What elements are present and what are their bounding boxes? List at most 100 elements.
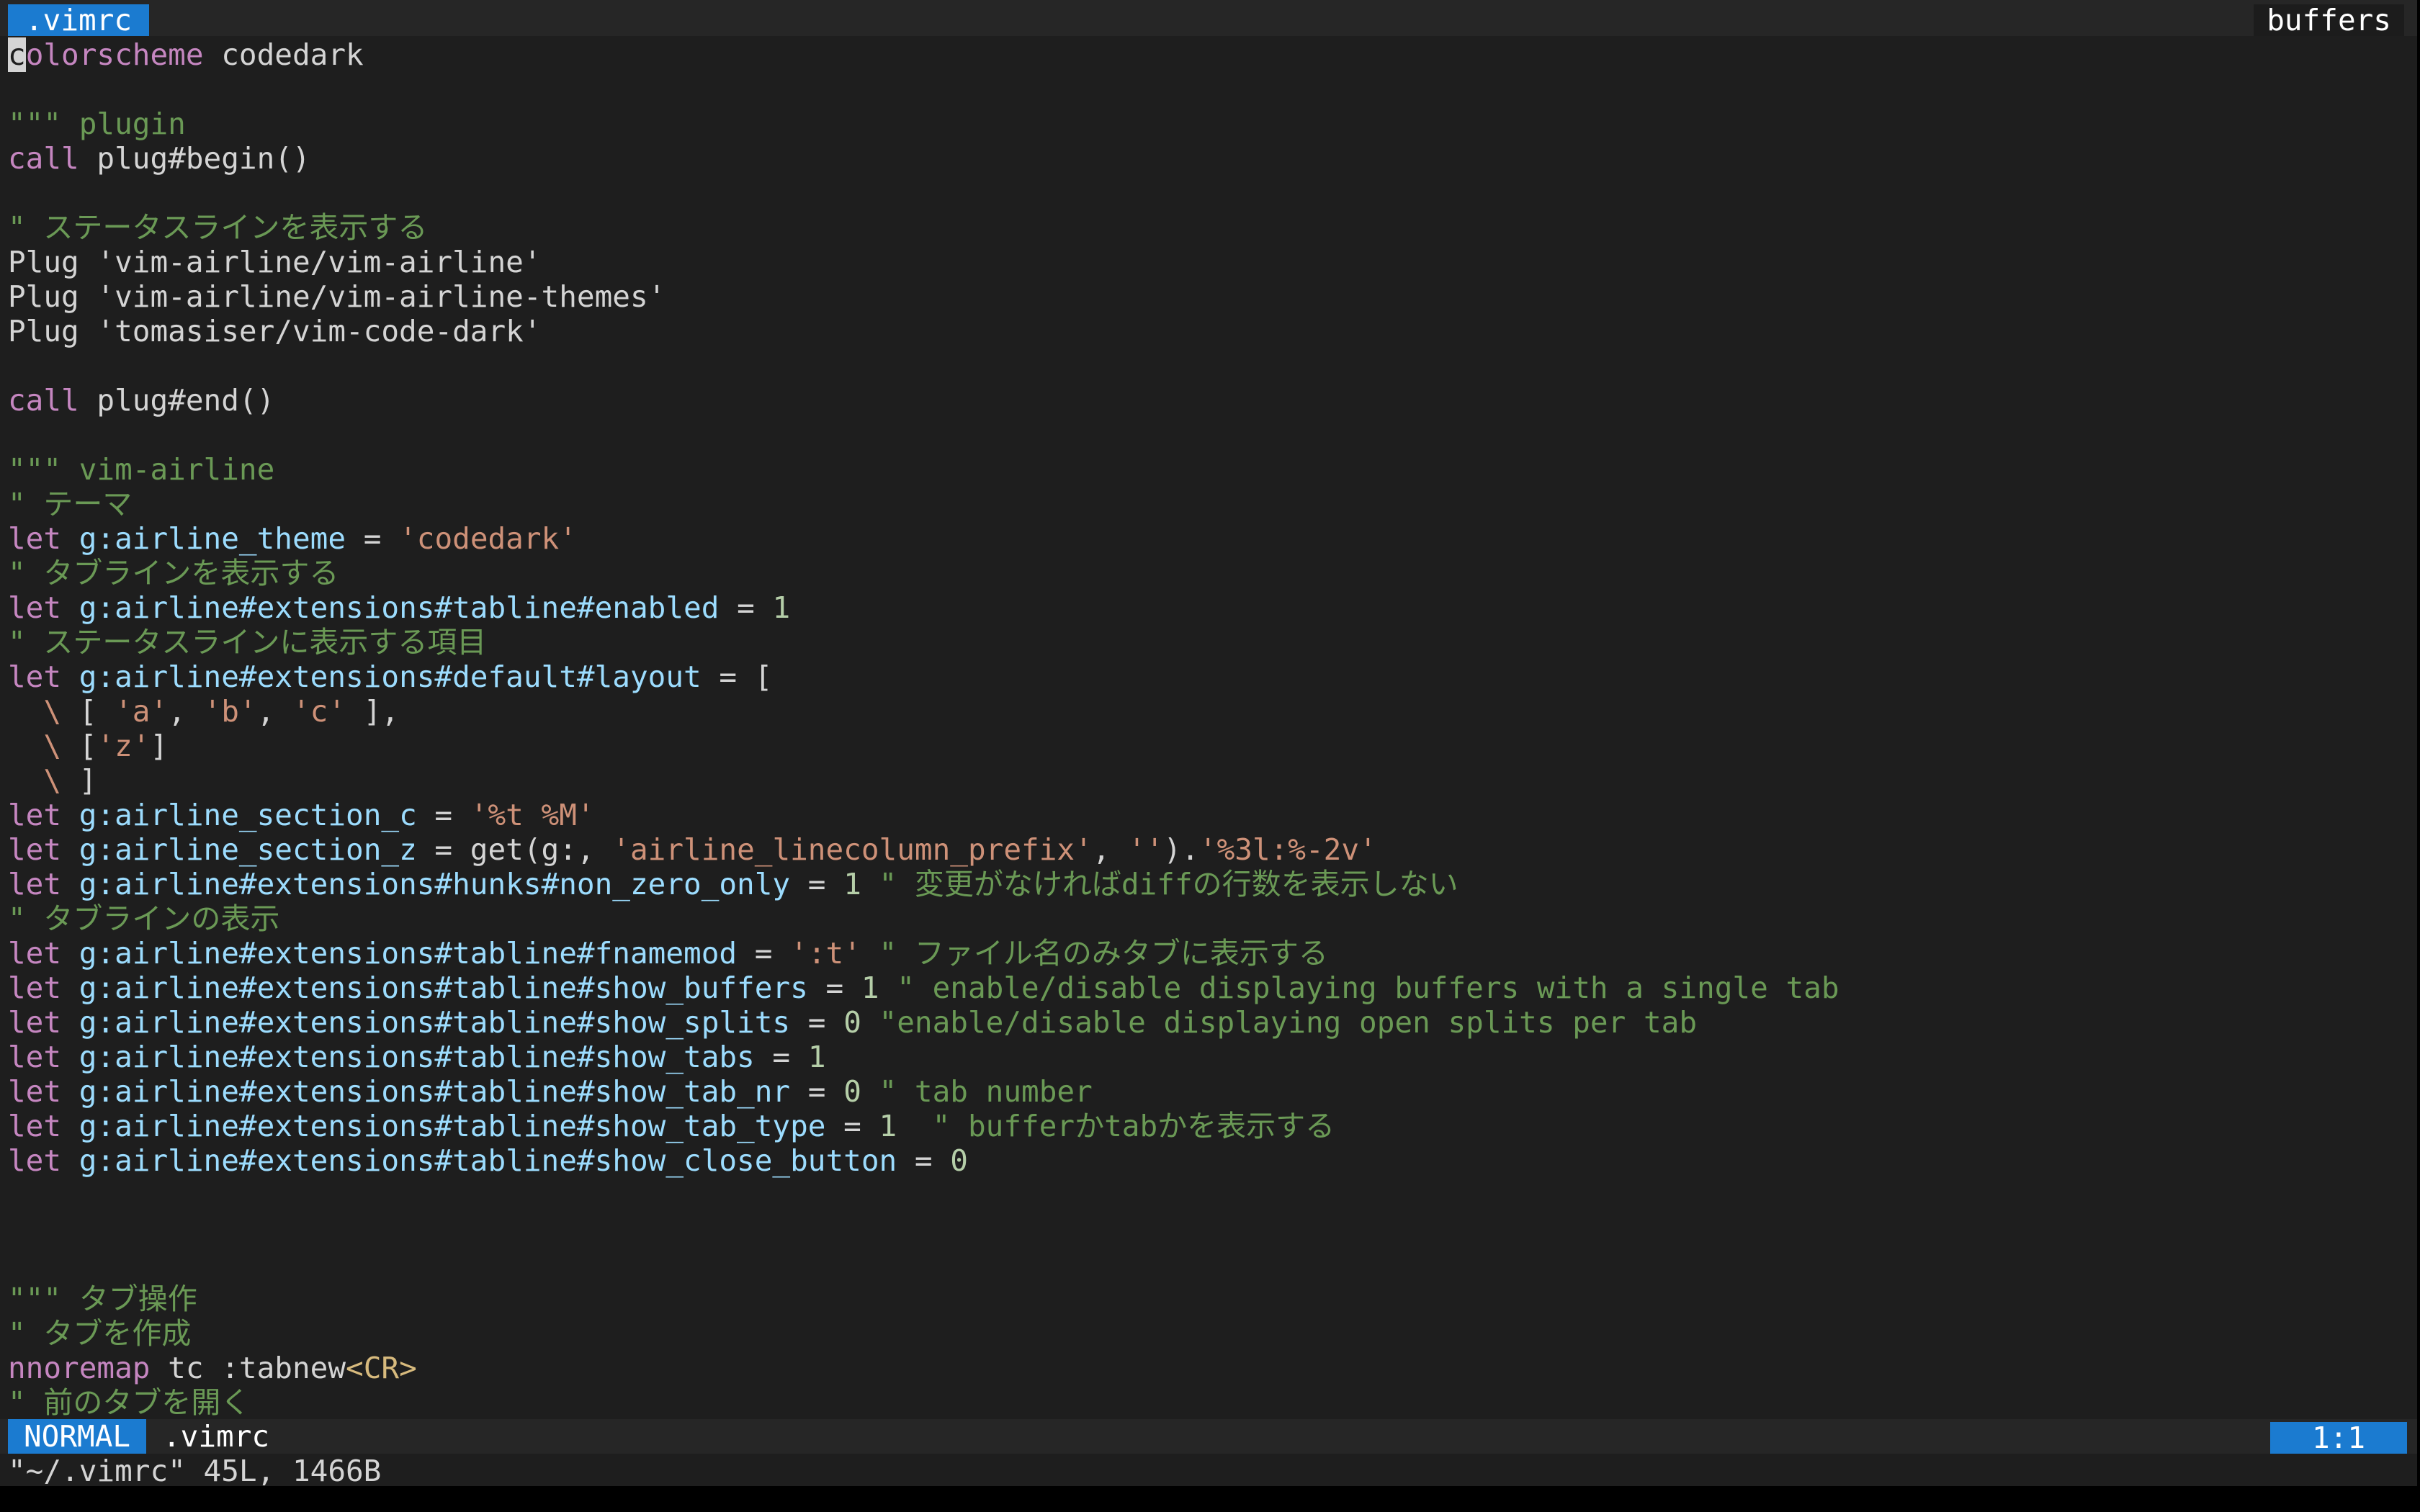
code-token-keyword: let bbox=[8, 1040, 62, 1074]
code-token-string: 'b' bbox=[203, 694, 257, 729]
code-token-text: = bbox=[346, 521, 400, 556]
code-token-string: \ bbox=[8, 694, 62, 729]
code-token-comment: " タブラインを表示する bbox=[8, 556, 339, 590]
code-line: let g:airline#extensions#tabline#show_ta… bbox=[8, 1109, 1335, 1143]
command-line[interactable]: "~/.vimrc" 45L, 1466B bbox=[8, 1454, 381, 1488]
code-token-variable: g:airline#extensions#tabline#show_buffer… bbox=[79, 971, 808, 1005]
code-token-number: 0 bbox=[843, 1074, 861, 1109]
code-token-keyword: nnoremap bbox=[8, 1351, 151, 1385]
code-line: let g:airline#extensions#tabline#show_ta… bbox=[8, 1040, 826, 1074]
code-token-keyword: let bbox=[8, 1109, 62, 1143]
code-token-variable: g:airline#extensions#tabline#show_splits bbox=[79, 1005, 791, 1040]
code-line: " タブラインを表示する bbox=[8, 556, 339, 590]
code-token-string: 'c' bbox=[292, 694, 346, 729]
code-line: " ステータスラインに表示する項目 bbox=[8, 625, 486, 660]
code-token-text: = bbox=[754, 1040, 808, 1074]
code-token-comment: "enable/disable displaying open splits p… bbox=[861, 1005, 1698, 1040]
code-token-text: , bbox=[168, 694, 204, 729]
code-token-comment: " ステータスラインに表示する項目 bbox=[8, 625, 487, 660]
code-token-comment: " tab number bbox=[861, 1074, 1093, 1109]
code-line: let g:airline#extensions#tabline#show_ta… bbox=[8, 1074, 1093, 1109]
code-token-text: Plug 'vim-airline/vim-airline-themes' bbox=[8, 279, 666, 314]
code-token-text: = bbox=[897, 1143, 951, 1178]
code-token-comment: " enable/disable displaying buffers with… bbox=[879, 971, 1839, 1005]
code-token-variable: g:airline#extensions#tabline#show_tabs bbox=[79, 1040, 755, 1074]
code-token-text: tc :tabnew bbox=[150, 1351, 346, 1385]
code-token-variable: g:airline#extensions#tabline#show_close_… bbox=[79, 1143, 897, 1178]
code-token-special: <CR> bbox=[346, 1351, 417, 1385]
code-token-string: '%3l:%-2v' bbox=[1198, 832, 1377, 867]
code-token-text: = bbox=[416, 798, 470, 832]
text-cursor: c bbox=[8, 37, 26, 72]
code-token-variable: g:airline_section_z bbox=[79, 832, 417, 867]
code-token-keyword: let bbox=[8, 798, 62, 832]
code-token-text: codedark bbox=[203, 37, 364, 72]
buffers-label: buffers bbox=[2254, 4, 2404, 36]
code-line: let g:airline_section_c = '%t %M' bbox=[8, 798, 595, 832]
code-token-variable: g:airline_section_c bbox=[79, 798, 417, 832]
code-token-text: Plug 'vim-airline/vim-airline' bbox=[8, 245, 542, 279]
code-token-keyword: olorscheme bbox=[25, 37, 204, 72]
code-line: let g:airline#extensions#tabline#fnamemo… bbox=[8, 936, 1328, 971]
code-line: """ plugin bbox=[8, 107, 186, 141]
code-token-text: = bbox=[790, 867, 844, 901]
code-line: call plug#begin() bbox=[8, 141, 310, 176]
statusline: NORMAL .vimrc 1:1 bbox=[0, 1419, 2417, 1454]
code-line: " タブラインの表示 bbox=[8, 901, 279, 936]
code-token-comment: " テーマ bbox=[8, 487, 133, 521]
code-line: call plug#end() bbox=[8, 383, 274, 418]
code-token-text: = bbox=[719, 590, 773, 625]
code-token-comment: " タブラインの表示 bbox=[8, 901, 280, 936]
cursor-position: 1:1 bbox=[2270, 1422, 2407, 1454]
code-line: " 前のタブを開く bbox=[8, 1385, 250, 1420]
code-token-keyword: let bbox=[8, 521, 62, 556]
code-token-variable: g:airline#extensions#tabline#enabled bbox=[79, 590, 720, 625]
code-line: let g:airline#extensions#tabline#show_sp… bbox=[8, 1005, 1697, 1040]
code-line: Plug 'vim-airline/vim-airline' bbox=[8, 245, 542, 279]
code-token-comment: " 前のタブを開く bbox=[8, 1385, 251, 1420]
code-token-number: 0 bbox=[950, 1143, 968, 1178]
code-token-comment: """ vim-airline bbox=[8, 452, 275, 487]
code-token-number: 1 bbox=[879, 1109, 897, 1143]
code-token-text: ], bbox=[346, 694, 400, 729]
code-token-text: = bbox=[807, 971, 861, 1005]
code-token-variable: g:airline#extensions#hunks#non_zero_only bbox=[79, 867, 791, 901]
code-line: colorscheme codedark bbox=[8, 37, 364, 72]
code-line: """ タブ操作 bbox=[8, 1282, 197, 1316]
code-line: " ステータスラインを表示する bbox=[8, 210, 427, 245]
code-token-variable: g:airline#extensions#tabline#show_tab_nr bbox=[79, 1074, 791, 1109]
code-token-string: 'codedark' bbox=[399, 521, 577, 556]
code-token-number: 0 bbox=[843, 1005, 861, 1040]
code-token-keyword: let bbox=[8, 867, 62, 901]
code-token-comment: """ タブ操作 bbox=[8, 1282, 197, 1316]
code-token-keyword: let bbox=[8, 971, 62, 1005]
code-line: Plug 'tomasiser/vim-code-dark' bbox=[8, 314, 542, 348]
tab-vimrc[interactable]: .vimrc bbox=[8, 4, 150, 36]
code-token-text: = bbox=[790, 1074, 844, 1109]
code-token-string: \ bbox=[8, 729, 62, 763]
code-token-text: , bbox=[256, 694, 292, 729]
code-token-variable: g:airline#extensions#default#layout bbox=[79, 660, 702, 694]
code-token-text: ] bbox=[150, 729, 169, 763]
code-token-text: = get(g:, bbox=[416, 832, 613, 867]
tabline: .vimrc buffers bbox=[0, 0, 2417, 36]
code-token-number: 1 bbox=[861, 971, 879, 1005]
code-token-text: = [ bbox=[701, 660, 773, 694]
code-token-text: = bbox=[737, 936, 791, 971]
code-token-keyword: let bbox=[8, 1074, 62, 1109]
code-line: let g:airline#extensions#tabline#show_bu… bbox=[8, 971, 1839, 1005]
code-token-string: 'z' bbox=[97, 729, 151, 763]
code-token-text: plug#begin() bbox=[79, 141, 310, 176]
code-token-text: = bbox=[790, 1005, 844, 1040]
code-token-text: = bbox=[825, 1109, 879, 1143]
